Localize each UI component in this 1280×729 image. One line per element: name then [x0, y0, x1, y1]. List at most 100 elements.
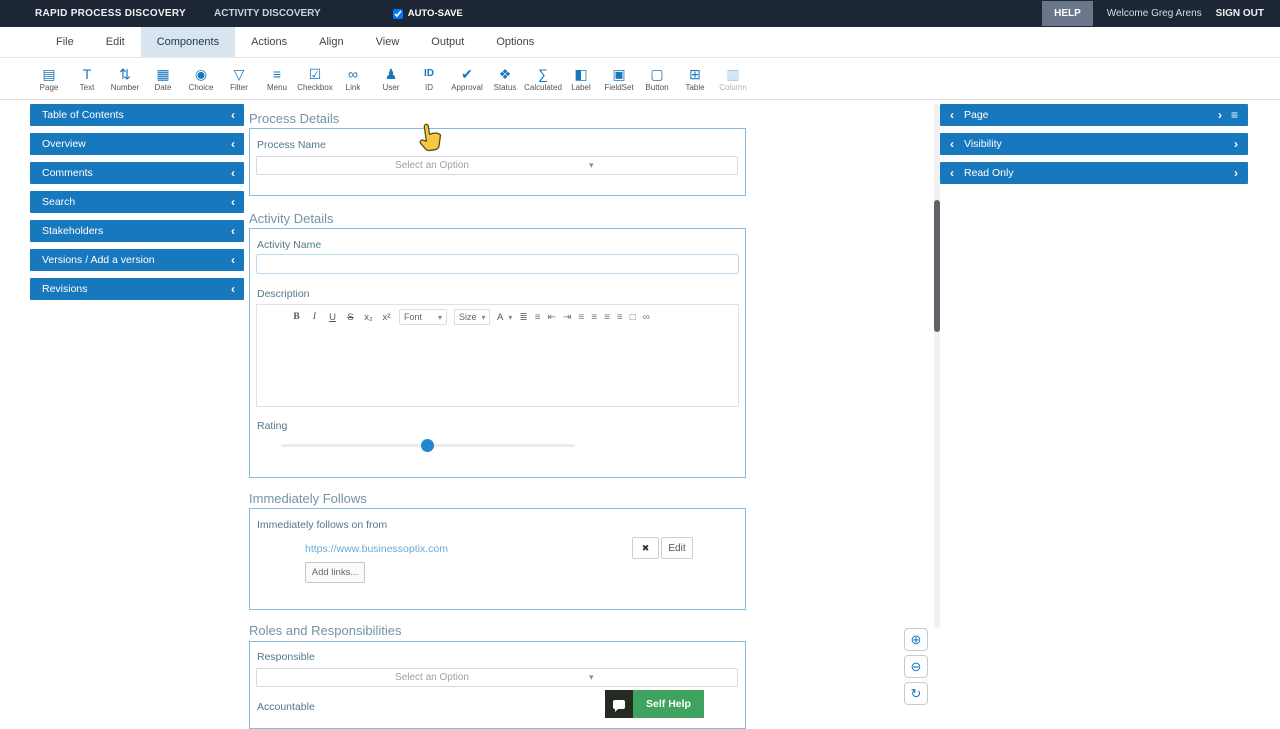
date-icon: ▦	[156, 66, 169, 82]
toolbar-item-menu[interactable]: ≡ Menu	[258, 66, 296, 92]
toolbar-item-link[interactable]: ∞ Link	[334, 66, 372, 92]
scrollbar-thumb[interactable]	[934, 200, 940, 332]
toolbar-item-text[interactable]: T Text	[68, 66, 106, 92]
panel-item-page[interactable]: ‹ Page › ≡	[940, 104, 1248, 126]
page-icon: ▤	[42, 66, 55, 82]
strikethrough-button[interactable]: S	[343, 311, 358, 324]
text-color-button[interactable]: A▾	[495, 311, 514, 324]
toolbar-item-fieldset[interactable]: ▣ FieldSet	[600, 66, 638, 92]
autosave-toggle[interactable]: AUTO-SAVE	[393, 8, 463, 19]
self-help-button[interactable]: Self Help	[605, 690, 704, 718]
description-editor[interactable]: B I U S x₂ x² Font ▾ Size ▾ A▾ ≣ ≡ ⇤ ⇥ ≡…	[256, 304, 739, 407]
italic-button[interactable]: I	[307, 311, 322, 323]
toolbar-item-filter[interactable]: ▽ Filter	[220, 66, 258, 92]
menu-align[interactable]: Align	[303, 27, 359, 57]
menu-edit[interactable]: Edit	[90, 27, 141, 57]
rating-slider-thumb[interactable]	[421, 439, 434, 452]
chevron-left-icon: ‹	[950, 138, 954, 150]
column-icon: ▥	[726, 66, 739, 82]
align-center-icon[interactable]: ≡	[589, 312, 599, 323]
underline-button[interactable]: U	[325, 311, 340, 324]
menu-components[interactable]: Components	[141, 27, 235, 57]
align-justify-icon[interactable]: ≡	[615, 312, 625, 323]
zoom-in-button[interactable]: ⊕	[904, 628, 928, 651]
id-icon: ID	[424, 66, 434, 82]
description-textarea[interactable]	[257, 329, 738, 407]
toolbar-item-approval[interactable]: ✔ Approval	[448, 66, 486, 92]
align-right-icon[interactable]: ≡	[602, 312, 612, 323]
menu-file[interactable]: File	[40, 27, 90, 57]
caret-down-icon: ▾	[482, 313, 486, 322]
sidebar-item-table-of-contents[interactable]: Table of Contents ‹	[30, 104, 244, 126]
toolbar-item-label[interactable]: ◧ Label	[562, 66, 600, 92]
bold-button[interactable]: B	[289, 311, 304, 323]
chevron-right-icon[interactable]: ›	[1234, 167, 1238, 179]
menu-options[interactable]: Options	[480, 27, 550, 57]
remove-link-button[interactable]: ✖	[632, 537, 659, 559]
toolbar-item-date[interactable]: ▦ Date	[144, 66, 182, 92]
edit-link-button[interactable]: Edit	[661, 537, 693, 559]
chevron-right-icon[interactable]: ›	[1234, 138, 1238, 150]
menu-view[interactable]: View	[360, 27, 416, 57]
chevron-right-icon[interactable]: ›	[1218, 109, 1222, 121]
superscript-button[interactable]: x²	[379, 311, 394, 324]
topnav-activity-discovery[interactable]: ACTIVITY DISCOVERY	[214, 8, 321, 19]
reset-view-button[interactable]: ↻	[904, 682, 928, 705]
menu-output[interactable]: Output	[415, 27, 480, 57]
responsible-select[interactable]: Select an Option ▾	[256, 668, 738, 687]
chevron-left-icon: ‹	[231, 225, 235, 237]
size-select[interactable]: Size ▾	[454, 309, 490, 325]
hamburger-icon[interactable]: ≡	[1231, 109, 1238, 121]
toolbar-item-number[interactable]: ⇅ Number	[106, 66, 144, 92]
process-name-label: Process Name	[257, 139, 326, 151]
sidebar-item-search[interactable]: Search ‹	[30, 191, 244, 213]
scrollbar-track[interactable]	[934, 104, 940, 628]
toolbar-item-button[interactable]: ▢ Button	[638, 66, 676, 92]
sidebar-item-overview[interactable]: Overview ‹	[30, 133, 244, 155]
toolbar-item-column[interactable]: ▥ Column	[714, 66, 752, 92]
toolbar-item-id[interactable]: ID ID	[410, 66, 448, 92]
process-name-select[interactable]: Select an Option ▾	[256, 156, 738, 175]
toolbar-item-table[interactable]: ⊞ Table	[676, 66, 714, 92]
table-icon: ⊞	[689, 66, 701, 82]
chevron-left-icon: ‹	[231, 254, 235, 266]
panel-item-read-only[interactable]: ‹ Read Only ›	[940, 162, 1248, 184]
checkbox-icon: ☑	[309, 66, 322, 82]
sidebar-item-versions[interactable]: Versions / Add a version ‹	[30, 249, 244, 271]
follows-link[interactable]: https://www.businessoptix.com	[305, 543, 448, 555]
subscript-button[interactable]: x₂	[361, 311, 376, 324]
activity-details-title: Activity Details	[249, 211, 334, 226]
indent-icon[interactable]: ⇥	[561, 312, 573, 323]
align-left-icon[interactable]: ≡	[576, 312, 586, 323]
bullet-list-icon[interactable]: ≡	[533, 312, 543, 323]
toolbar-item-user[interactable]: ♟ User	[372, 66, 410, 92]
toolbar-item-status[interactable]: ❖ Status	[486, 66, 524, 92]
toolbar-item-page[interactable]: ▤ Page	[30, 66, 68, 92]
outdent-icon[interactable]: ⇤	[546, 312, 558, 323]
font-select[interactable]: Font ▾	[399, 309, 447, 325]
toolbar-item-checkbox[interactable]: ☑ Checkbox	[296, 66, 334, 92]
add-links-button[interactable]: Add links...	[305, 562, 365, 583]
autosave-checkbox[interactable]	[393, 9, 403, 19]
toolbar-item-calculated[interactable]: ∑ Calculated	[524, 66, 562, 92]
help-button[interactable]: HELP	[1042, 1, 1093, 26]
chat-bubble-icon	[605, 690, 633, 718]
caret-down-icon: ▾	[589, 160, 594, 171]
panel-item-visibility[interactable]: ‹ Visibility ›	[940, 133, 1248, 155]
rte-link-icon[interactable]: ∞	[641, 312, 652, 323]
approval-icon: ✔	[461, 66, 473, 82]
chevron-left-icon: ‹	[231, 283, 235, 295]
immediately-follows-title: Immediately Follows	[249, 491, 367, 506]
sidebar-item-revisions[interactable]: Revisions ‹	[30, 278, 244, 300]
paste-icon[interactable]: □	[628, 312, 638, 323]
sidebar-item-comments[interactable]: Comments ‹	[30, 162, 244, 184]
menu-actions[interactable]: Actions	[235, 27, 303, 57]
activity-name-input[interactable]	[256, 254, 739, 274]
toolbar-item-choice[interactable]: ◉ Choice	[182, 66, 220, 92]
autosave-label: AUTO-SAVE	[408, 8, 463, 19]
chevron-left-icon: ‹	[950, 167, 954, 179]
zoom-out-button[interactable]: ⊖	[904, 655, 928, 678]
signout-button[interactable]: SIGN OUT	[1216, 8, 1264, 19]
sidebar-item-stakeholders[interactable]: Stakeholders ‹	[30, 220, 244, 242]
numbered-list-icon[interactable]: ≣	[517, 312, 529, 323]
